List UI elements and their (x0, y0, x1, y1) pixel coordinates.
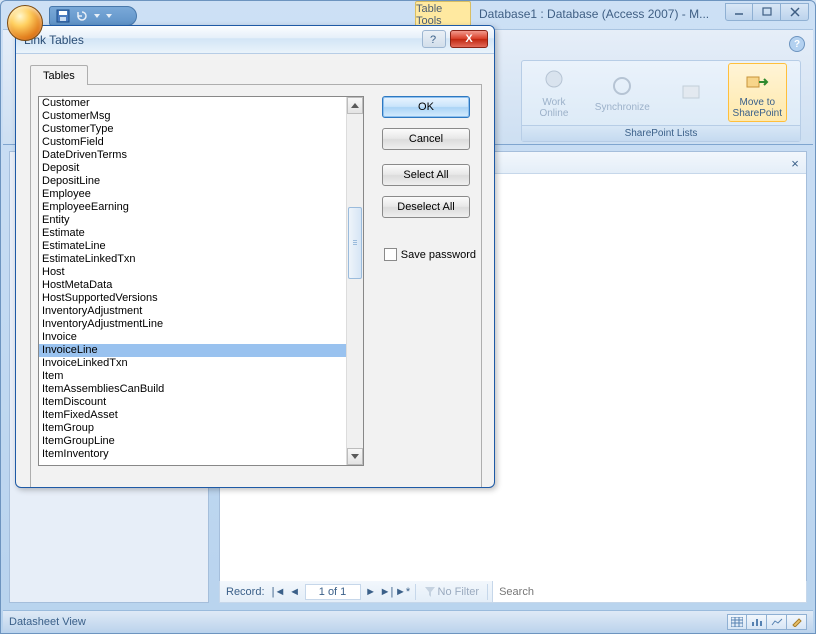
quick-access-toolbar (49, 6, 137, 26)
last-record-button[interactable]: ►| (379, 584, 395, 600)
ribbon-group-label: SharePoint Lists (522, 125, 800, 141)
list-item[interactable]: ItemGroup (39, 422, 346, 435)
listbox-scrollbar[interactable] (346, 97, 363, 465)
select-all-button[interactable]: Select All (382, 164, 470, 186)
window-title: Database1 : Database (Access 2007) - M..… (479, 7, 709, 21)
datasheet-view-button[interactable] (727, 614, 747, 630)
list-item[interactable]: InventoryAdjustmentLine (39, 318, 346, 331)
sp-spacer-icon (676, 77, 706, 107)
dialog-close-button[interactable]: X (450, 30, 488, 48)
list-item[interactable]: Invoice (39, 331, 346, 344)
new-record-button[interactable]: ►* (395, 584, 411, 600)
view-switcher (727, 614, 807, 630)
work-online-button[interactable]: Work Online (535, 64, 573, 121)
list-item[interactable]: ItemDiscount (39, 396, 346, 409)
scroll-down-button[interactable] (347, 448, 363, 465)
list-item[interactable]: DepositLine (39, 175, 346, 188)
tables-listbox[interactable]: CustomerCustomerMsgCustomerTypeCustomFie… (38, 96, 364, 466)
list-item[interactable]: Host (39, 266, 346, 279)
qat-dropdown-icon[interactable] (94, 14, 100, 18)
ok-button[interactable]: OK (382, 96, 470, 118)
office-button[interactable] (7, 5, 43, 41)
maximize-button[interactable] (753, 3, 781, 21)
link-tables-dialog: Link Tables ? X Tables CustomerCustomerM… (15, 25, 495, 488)
dialog-help-button[interactable]: ? (422, 30, 446, 48)
pivot-view-button[interactable] (747, 614, 767, 630)
close-button[interactable] (781, 3, 809, 21)
save-password-checkbox[interactable] (384, 248, 397, 261)
prev-record-button[interactable]: ◄ (287, 584, 303, 600)
dialog-title-bar[interactable]: Link Tables ? X (16, 26, 494, 54)
synchronize-icon (607, 71, 637, 101)
list-item[interactable]: InvoiceLinkedTxn (39, 357, 346, 370)
svg-text:?: ? (430, 34, 436, 46)
close-object-button[interactable]: × (788, 156, 802, 170)
save-password-label: Save password (401, 249, 476, 261)
record-search-box[interactable]: Search (492, 581, 806, 602)
move-to-sharepoint-icon (742, 66, 772, 96)
work-online-label: Work Online (539, 97, 568, 119)
undo-icon[interactable] (74, 9, 88, 23)
save-password-row[interactable]: Save password (384, 248, 476, 261)
synchronize-button[interactable]: Synchronize (591, 69, 654, 115)
list-item[interactable]: EstimateLine (39, 240, 346, 253)
save-icon[interactable] (56, 9, 70, 23)
list-item[interactable]: HostSupportedVersions (39, 292, 346, 305)
list-item[interactable]: Estimate (39, 227, 346, 240)
list-item[interactable]: Entity (39, 214, 346, 227)
list-item[interactable]: CustomerType (39, 123, 346, 136)
first-record-button[interactable]: |◄ (271, 584, 287, 600)
list-item[interactable]: ItemFixedAsset (39, 409, 346, 422)
record-navigator: Record: |◄ ◄ 1 of 1 ► ►| ►* No Filter Se… (219, 581, 807, 603)
view-mode-label: Datasheet View (9, 616, 86, 628)
list-item[interactable]: Item (39, 370, 346, 383)
chart-view-button[interactable] (767, 614, 787, 630)
list-item[interactable]: CustomerMsg (39, 110, 346, 123)
list-item[interactable]: Customer (39, 97, 346, 110)
list-item[interactable]: EmployeeEarning (39, 201, 346, 214)
sp-spacer (672, 75, 710, 110)
design-view-button[interactable] (787, 614, 807, 630)
minimize-button[interactable] (725, 3, 753, 21)
tables-tab[interactable]: Tables (30, 65, 88, 85)
no-filter-indicator[interactable]: No Filter (420, 586, 484, 598)
synchronize-label: Synchronize (595, 102, 650, 113)
scroll-up-button[interactable] (347, 97, 363, 114)
qat-customize-icon[interactable] (106, 14, 112, 18)
list-item[interactable]: Employee (39, 188, 346, 201)
record-indicator[interactable]: 1 of 1 (305, 584, 361, 600)
list-item[interactable]: ItemAssembliesCanBuild (39, 383, 346, 396)
list-item[interactable]: InvoiceLine (39, 344, 346, 357)
status-bar: Datasheet View (3, 610, 813, 632)
list-item[interactable]: Deposit (39, 162, 346, 175)
move-to-sharepoint-label: Move to SharePoint (733, 97, 782, 119)
scroll-thumb[interactable] (348, 207, 362, 279)
list-item[interactable]: InventoryAdjustment (39, 305, 346, 318)
deselect-all-button[interactable]: Deselect All (382, 196, 470, 218)
move-to-sharepoint-button[interactable]: Move to SharePoint (728, 63, 787, 122)
list-item[interactable]: ItemGroupLine (39, 435, 346, 448)
list-item[interactable]: ItemInventory (39, 448, 346, 461)
contextual-tab-label: Table Tools (415, 1, 471, 27)
help-button[interactable]: ? (789, 36, 805, 52)
list-item[interactable]: HostMetaData (39, 279, 346, 292)
window-controls (725, 3, 809, 21)
next-record-button[interactable]: ► (363, 584, 379, 600)
list-item[interactable]: CustomField (39, 136, 346, 149)
work-online-icon (539, 66, 569, 96)
list-item[interactable]: EstimateLinkedTxn (39, 253, 346, 266)
ribbon-group-sharepoint: Work Online Synchronize Move to SharePoi… (521, 60, 801, 142)
list-item[interactable]: DateDrivenTerms (39, 149, 346, 162)
record-label: Record: (220, 586, 271, 598)
cancel-button[interactable]: Cancel (382, 128, 470, 150)
